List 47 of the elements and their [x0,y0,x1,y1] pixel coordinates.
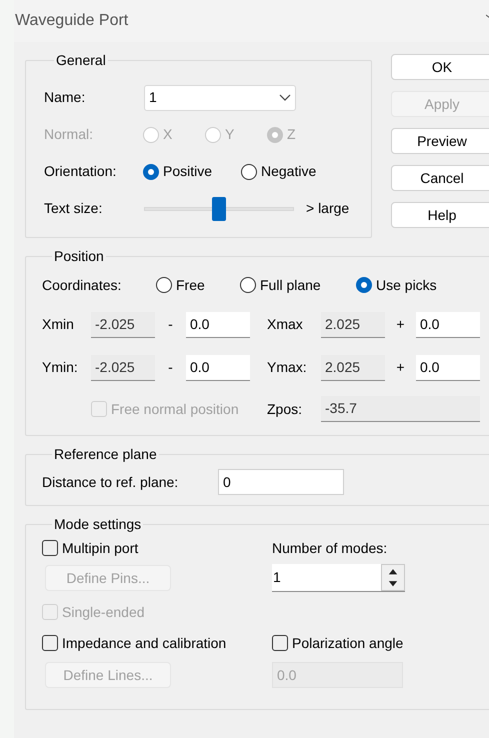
field-label: Zpos: [267,400,304,419]
input-field[interactable]: 0.0 [186,354,250,380]
group-title: Reference plane [53,445,158,464]
sign-label: + [395,358,406,377]
checkbox[interactable]: Multipin port [42,538,138,558]
sign-label: - [167,315,174,334]
radio-button[interactable]: Use picks [356,274,472,296]
input-field[interactable]: -35.7 [321,396,480,422]
input-field[interactable]: 2.025 [321,312,385,338]
radio-button[interactable]: Positive [143,161,241,182]
input-field[interactable]: 0.0 [186,312,250,338]
window-title: Waveguide Port [15,11,128,31]
dialog-button[interactable]: Help [391,202,489,228]
group-title: Position [53,247,105,266]
name-dropdown[interactable]: 1 [144,84,296,110]
sign-label: - [167,358,174,377]
checkbox[interactable]: Impedance and calibration [42,632,226,654]
radio-button[interactable]: Full plane [240,274,356,296]
radio-button[interactable]: Free [156,274,240,296]
group-title: General [55,51,107,70]
input-field[interactable]: -2.025 [91,354,155,380]
dialog-button[interactable]: Cancel [391,165,489,191]
sign-label: + [395,315,406,334]
field-label: Orientation: [44,162,118,181]
field-label: Normal: [44,125,94,144]
field-label: Xmin [42,315,75,334]
group-title: Mode settings [53,515,142,534]
input-field[interactable]: 0.0 [416,354,480,380]
spin-box[interactable]: 1 [272,564,405,592]
field-label: Name: [44,88,86,107]
input-field[interactable]: -2.025 [91,312,155,338]
input-field[interactable]: 0.0 [416,312,480,338]
radio-button[interactable]: Negative [241,161,339,182]
dialog-button[interactable]: Preview [391,128,489,154]
field-label: Text size: [44,199,104,218]
field-label: Ymin: [42,358,79,377]
field-label: Distance to ref. plane: [42,472,180,492]
dialog-button[interactable]: OK [391,54,489,80]
spin-value: 1 [272,568,282,587]
field-label: Ymax: [267,358,308,377]
slider-end-label: > large [306,199,350,218]
field-label: Xmax [267,315,304,334]
input-field[interactable]: 0 [218,469,344,495]
checkbox[interactable]: Polarization angle [272,632,404,654]
field-label: Number of modes: [272,538,388,558]
field-label: Coordinates: [42,276,122,294]
input-field[interactable]: 2.025 [321,354,385,380]
